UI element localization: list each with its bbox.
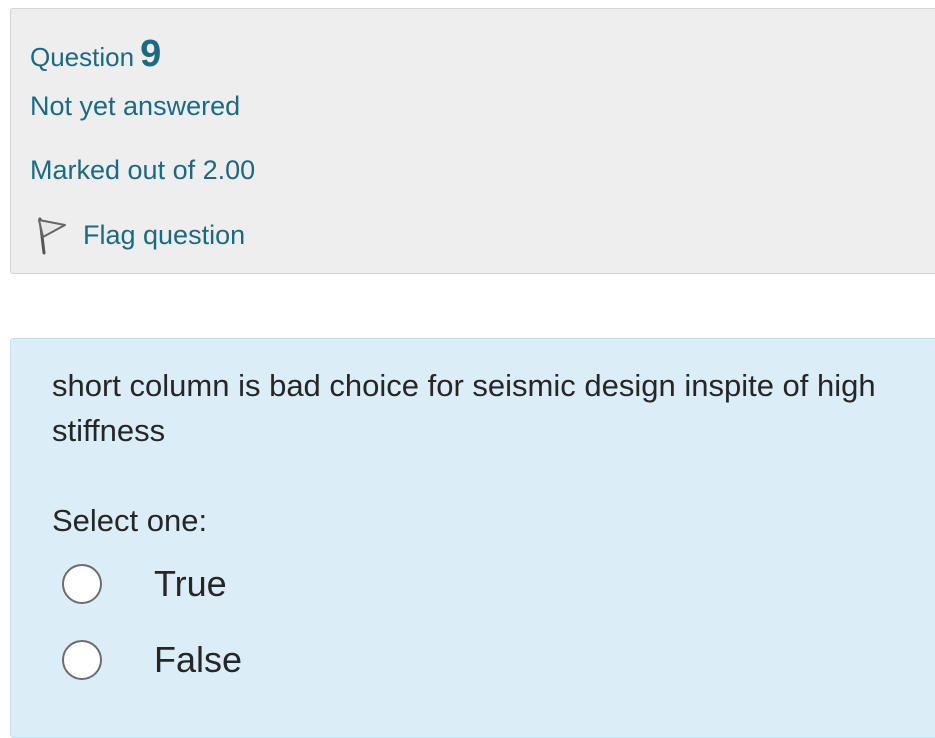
question-heading-label: Question <box>30 42 135 72</box>
question-info-panel: Question 9 Not yet answered Marked out of… <box>10 8 935 274</box>
answer-option-label[interactable]: False <box>154 639 242 681</box>
flag-icon <box>33 215 69 255</box>
flag-question-label[interactable]: Flag question <box>83 220 245 251</box>
radio-true[interactable] <box>62 564 102 604</box>
answer-prompt: Select one: <box>52 503 208 538</box>
answer-option-label[interactable]: True <box>154 563 227 605</box>
flag-question-button[interactable]: Flag question <box>33 215 245 255</box>
radio-false[interactable] <box>62 640 102 680</box>
answer-option-false[interactable]: False <box>62 639 242 681</box>
question-text: short column is bad choice for seismic d… <box>52 368 876 448</box>
question-heading: Question 9 <box>30 33 161 76</box>
question-content-panel: short column is bad choice for seismic d… <box>10 338 935 738</box>
question-state: Not yet answered <box>30 91 241 121</box>
question-number: 9 <box>140 33 162 75</box>
question-grade: Marked out of 2.00 <box>30 155 256 185</box>
answer-option-true[interactable]: True <box>62 563 227 605</box>
